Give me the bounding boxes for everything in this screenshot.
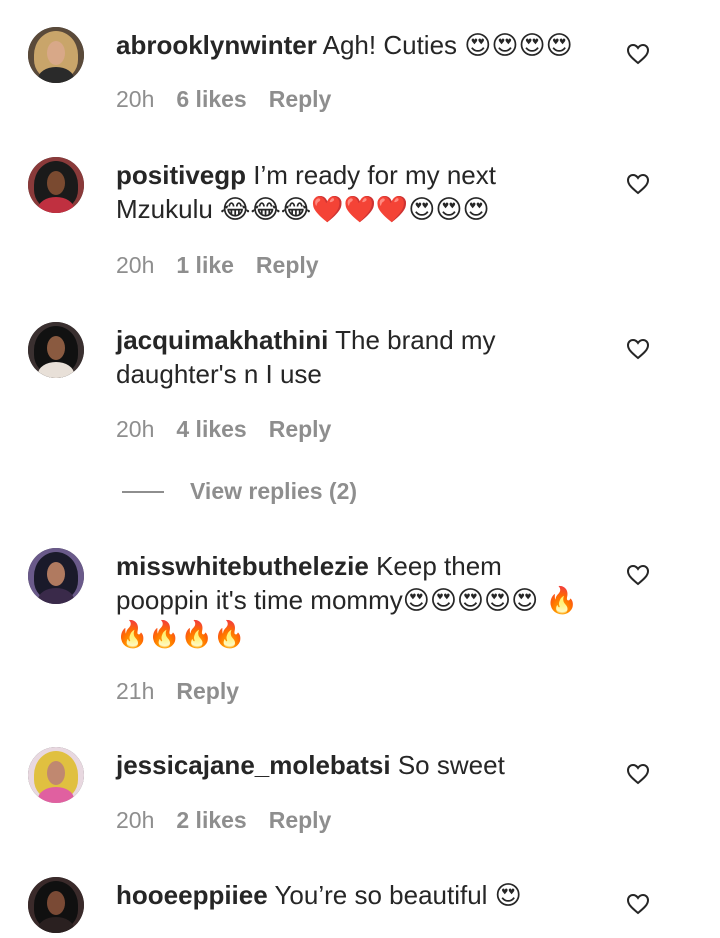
comment-time: 20h (116, 252, 155, 278)
comment-time: 21h (116, 678, 155, 704)
comment-username[interactable]: jessicajane_molebatsi (116, 750, 391, 780)
like-heart-icon[interactable] (626, 337, 650, 361)
avatar[interactable] (28, 322, 84, 378)
comment-body: Agh! Cuties 😍😍😍😍 (322, 30, 573, 60)
comment-time: 20h (116, 86, 155, 112)
comment-meta: 20h 6 likes Reply (116, 86, 331, 113)
comment-username[interactable]: abrooklynwinter (116, 30, 317, 60)
comment-username[interactable]: hooeeppiiee (116, 880, 268, 910)
comment-text: abrooklynwinter Agh! Cuties 😍😍😍😍 (116, 28, 596, 62)
comment-username[interactable]: misswhitebuthelezie (116, 551, 369, 581)
comment-likes[interactable]: 2 likes (176, 807, 246, 834)
view-replies-button[interactable]: View replies (2) (122, 478, 357, 505)
reply-button[interactable]: Reply (256, 252, 319, 279)
like-heart-icon[interactable] (626, 172, 650, 196)
comment-time: 20h (116, 416, 155, 442)
avatar[interactable] (28, 747, 84, 803)
comment-likes[interactable]: 1 like (176, 252, 234, 279)
comment-likes[interactable]: 4 likes (176, 416, 246, 443)
comment-text: positivegp I’m ready for my next Mzukulu… (116, 158, 596, 226)
comment-body: You’re so beautiful 😍 (274, 880, 522, 910)
like-heart-icon[interactable] (626, 762, 650, 786)
comment-likes[interactable]: 6 likes (176, 86, 246, 113)
avatar[interactable] (28, 27, 84, 83)
comment-meta: 20h 2 likes Reply (116, 807, 331, 834)
avatar[interactable] (28, 157, 84, 213)
reply-button[interactable]: Reply (269, 416, 332, 443)
avatar[interactable] (28, 877, 84, 933)
view-replies-label[interactable]: View replies (2) (190, 478, 357, 505)
reply-button[interactable]: Reply (176, 678, 239, 705)
like-heart-icon[interactable] (626, 42, 650, 66)
comment-text: jessicajane_molebatsi So sweet (116, 748, 596, 782)
comment-text: hooeeppiiee You’re so beautiful 😍 (116, 878, 596, 912)
comment-username[interactable]: jacquimakhathini (116, 325, 328, 355)
avatar[interactable] (28, 548, 84, 604)
divider (122, 490, 164, 493)
like-heart-icon[interactable] (626, 892, 650, 916)
like-heart-icon[interactable] (626, 563, 650, 587)
comment-text: jacquimakhathini The brand my daughter's… (116, 323, 596, 391)
reply-button[interactable]: Reply (269, 86, 332, 113)
reply-button[interactable]: Reply (269, 807, 332, 834)
comment-meta: 20h 1 like Reply (116, 252, 319, 279)
comment-time: 20h (116, 807, 155, 833)
comment-meta: 20h 4 likes Reply (116, 416, 331, 443)
comment-meta: 21h Reply (116, 678, 239, 705)
comment-username[interactable]: positivegp (116, 160, 246, 190)
comment-text: misswhitebuthelezie Keep them pooppin it… (116, 549, 596, 651)
comment-body: So sweet (397, 750, 505, 780)
